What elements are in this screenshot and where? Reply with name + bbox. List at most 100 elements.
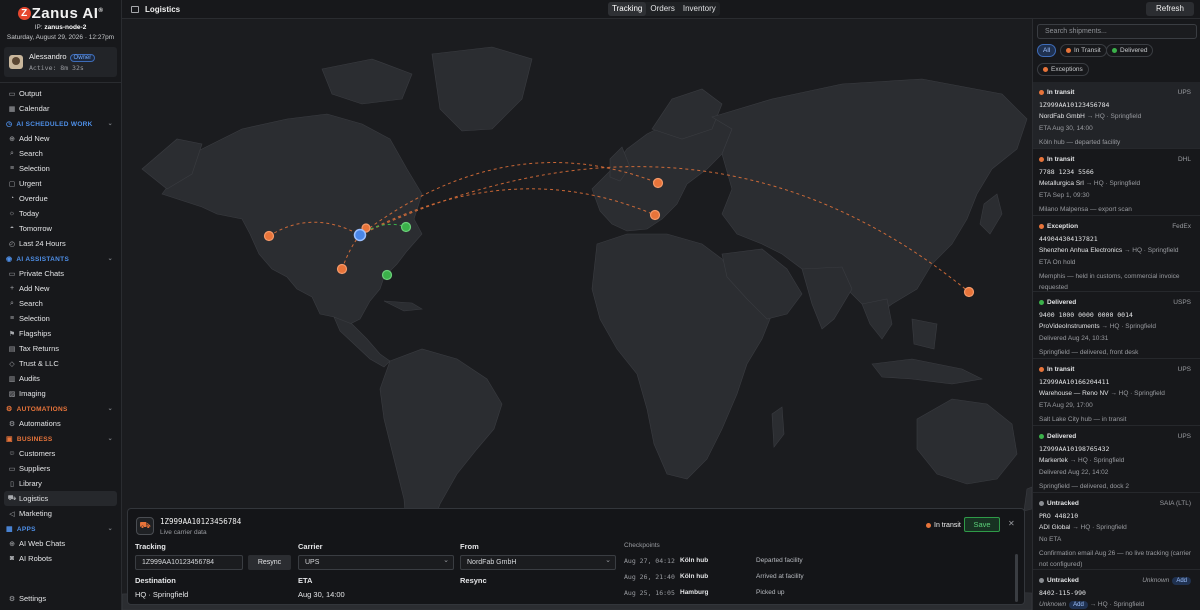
sidebar-item-label: Audits [19, 374, 40, 383]
sidebar-item-private-chats[interactable]: ▭ Private Chats [0, 266, 121, 281]
sidebar-item-suppliers[interactable]: ▭ Suppliers [0, 461, 121, 476]
sidebar-item-automations[interactable]: ⚙ Automations [0, 416, 121, 431]
checkpoint-event: Picked up [756, 589, 785, 596]
filter-exceptions[interactable]: Exceptions [1037, 63, 1089, 76]
shipment-list-item[interactable]: In transit UPS 1Z999AA10123456784 NordFa… [1033, 82, 1200, 149]
sidebar-item-label: Settings [19, 594, 47, 603]
sidebar-item-last-24-hours[interactable]: ◴ Last 24 Hours [0, 236, 121, 251]
section-apps[interactable]: ▦ APPS ⌄ [0, 521, 121, 536]
landmass-central-america [333, 316, 391, 368]
sidebar-item-logistics[interactable]: ⛟ Logistics [4, 491, 117, 506]
sidebar-item-selection-assistants[interactable]: ≡ Selection [0, 311, 121, 326]
origin-marker-memphis[interactable] [336, 263, 348, 275]
sidebar-item-add-new-assistant[interactable]: + Add New [0, 281, 121, 296]
landmass-india [801, 266, 853, 330]
status-dot-icon [1039, 434, 1044, 439]
shipment-list-item[interactable]: Exception FedEx 449044304137821 Shenzhen… [1033, 216, 1200, 292]
tab-tracking[interactable]: Tracking [608, 2, 647, 16]
sidebar-item-marketing[interactable]: ◁ Marketing [0, 506, 121, 521]
sidebar-item-audits[interactable]: ▥ Audits [0, 371, 121, 386]
sidebar-item-customers[interactable]: ☺ Customers [0, 446, 121, 461]
sidebar-toggle-icon[interactable] [131, 5, 139, 13]
sidebar-item-add-new[interactable]: ⊕ Add New [0, 131, 121, 146]
shipment-eta: ETA Aug 30, 14:00 [1039, 125, 1093, 132]
resync-button[interactable]: Resync [248, 555, 291, 570]
sidebar-item-ai-web-chats[interactable]: ⊕ AI Web Chats [0, 536, 121, 551]
from-select[interactable]: NordFab GmbH [460, 554, 616, 570]
sidebar-item-urgent[interactable]: ▢ Urgent [0, 176, 121, 191]
filter-all[interactable]: All [1037, 44, 1057, 57]
shipment-list-item[interactable]: In transit DHL 7788 1234 5566 Metallurgi… [1033, 149, 1200, 216]
sidebar-item-tax-returns[interactable]: ▤ Tax Returns [0, 341, 121, 356]
close-icon[interactable]: ✕ [1008, 519, 1015, 528]
shipment-list-item[interactable]: Untracked Unknown Add 8402-115-990 Unknow… [1033, 570, 1200, 610]
filter-in-transit[interactable]: In Transit [1060, 44, 1107, 57]
sidebar-item-overdue[interactable]: ◔ Overdue [0, 191, 121, 206]
sidebar-item-library[interactable]: ▯ Library [0, 476, 121, 491]
shipment-list-item[interactable]: Delivered UPS 1Z999AA10198765432 Markert… [1033, 426, 1200, 493]
current-datetime: Saturday, August 29, 2026 · 12:27pm [6, 34, 115, 41]
shipment-list-item[interactable]: Delivered USPS 9400 1000 0000 0000 0014 … [1033, 292, 1200, 359]
sidebar-item-imaging[interactable]: ▨ Imaging [0, 386, 121, 401]
eta-label: ETA [298, 576, 313, 585]
section-ai-assistants[interactable]: ◉ AI ASSISTANTS ⌄ [0, 251, 121, 266]
clock-icon: ◷ [6, 120, 13, 128]
section-ai-scheduled-work[interactable]: ◷ AI SCHEDULED WORK ⌄ [0, 116, 121, 131]
shipment-from: Shenzhen Anhua Electronics [1039, 247, 1123, 254]
search-icon: ⌕ [10, 149, 14, 157]
shipment-from: ProVideoInstruments [1039, 323, 1100, 330]
sidebar-item-search[interactable]: ⌕ Search [0, 146, 121, 161]
sidebar-item-tomorrow[interactable]: ◓ Tomorrow [0, 221, 121, 236]
search-input[interactable]: Search shipments... [1037, 24, 1197, 39]
sidebar-item-trust-llc[interactable]: ◇ Trust & LLC [0, 356, 121, 371]
chevron-down-icon: ⌄ [107, 121, 113, 127]
sidebar-item-settings[interactable]: ⚙ Settings [0, 591, 121, 606]
origin-marker-milano[interactable] [649, 209, 661, 221]
save-button[interactable]: Save [964, 517, 1000, 532]
section-business[interactable]: ▣ BUSINESS ⌄ [0, 431, 121, 446]
sidebar-item-output[interactable]: ▭ Output [0, 86, 121, 101]
sidebar-item-label: Automations [19, 419, 61, 428]
output-icon: ▭ [8, 90, 16, 98]
section-title: AUTOMATIONS [16, 405, 68, 413]
sidebar-item-search-assistants[interactable]: ⌕ Search [0, 296, 121, 311]
checkpoint-event: Departed facility [756, 557, 803, 564]
sidebar-item-calendar[interactable]: ▦ Calendar [0, 101, 121, 116]
tab-inventory[interactable]: Inventory [679, 2, 720, 16]
topbar: Logistics Tracking Orders Inventory Refr… [122, 0, 1200, 19]
tab-orders[interactable]: Orders [646, 2, 678, 16]
add-origin-button[interactable]: Add [1069, 601, 1088, 609]
landmass-indonesia [871, 358, 983, 385]
page-title: Logistics [145, 4, 181, 14]
origin-marker-koln[interactable] [652, 177, 664, 189]
origin-marker-reno[interactable] [263, 230, 275, 242]
chevron-down-icon: ⌄ [107, 436, 113, 442]
route-icon: ⛟ [7, 495, 17, 502]
shipment-carrier: UPS [1177, 366, 1191, 373]
origin-marker-shenzhen[interactable] [963, 286, 975, 298]
brand-logo[interactable]: Z Zanus AI® [0, 3, 121, 23]
sidebar-item-flagships[interactable]: ⚑ Flagships [0, 326, 121, 341]
carrier-select[interactable]: UPS [298, 554, 454, 570]
shipment-status: Untracked [1039, 577, 1079, 584]
delivered-marker-southeast[interactable] [381, 269, 393, 281]
user-card[interactable]: Alessandro Owner Active: 8m 32s [4, 47, 117, 77]
delivered-marker-ny[interactable] [400, 221, 412, 233]
tracking-input[interactable]: 1Z999AA10123456784 [135, 555, 243, 570]
add-carrier-button[interactable]: Add [1172, 577, 1191, 585]
section-automations[interactable]: ⚙ AUTOMATIONS ⌄ [0, 401, 121, 416]
filter-delivered[interactable]: Delivered [1106, 44, 1154, 57]
shipment-list-item[interactable]: Untracked SAIA (LTL) PRO 448210 ADI Glob… [1033, 493, 1200, 570]
sidebar-item-selection[interactable]: ≡ Selection [0, 161, 121, 176]
checkpoints-scrollbar[interactable] [1015, 554, 1018, 602]
resync-label: Resync [460, 576, 487, 585]
shipment-eta: Delivered Aug 24, 10:31 [1039, 335, 1109, 342]
carrier-unknown: Unknown [1142, 577, 1170, 584]
refresh-button[interactable]: Refresh [1145, 2, 1194, 16]
hq-marker[interactable] [353, 228, 367, 242]
sidebar-item-today[interactable]: ☼ Today [0, 206, 121, 221]
shipment-route: ProVideoInstruments → HQ · Springfield [1039, 323, 1156, 330]
shipment-list-item[interactable]: In transit UPS 1Z999AA10166204411 Wareho… [1033, 359, 1200, 426]
sidebar-item-ai-robots[interactable]: ◙ AI Robots [0, 551, 121, 566]
users-icon: ☺ [8, 450, 16, 457]
